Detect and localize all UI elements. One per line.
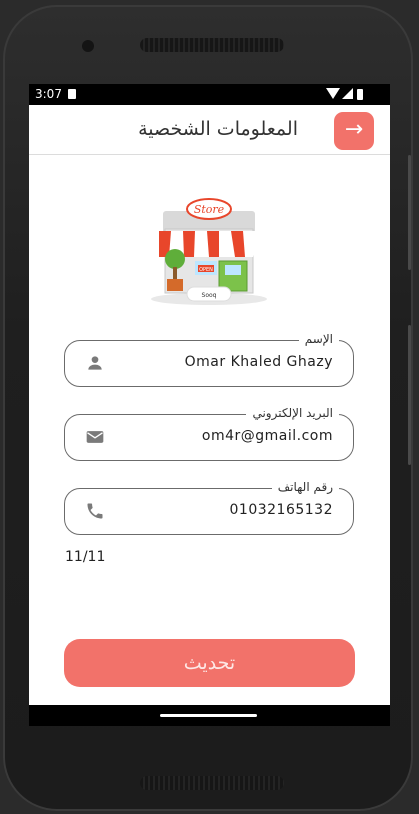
phone-icon xyxy=(87,503,103,519)
back-button[interactable]: → xyxy=(334,112,374,150)
phone-char-counter: 11/11 xyxy=(65,549,106,565)
nav-bar xyxy=(29,705,390,726)
phone-field[interactable]: رقم الهاتف 01032165132 xyxy=(64,480,354,535)
email-field[interactable]: البريد الإلكتروني om4r@gmail.com xyxy=(64,406,354,461)
name-label: الإسم xyxy=(298,332,339,346)
name-field[interactable]: الإسم Omar Khaled Ghazy xyxy=(64,332,354,387)
sd-card-icon xyxy=(68,89,76,99)
volume-button xyxy=(408,325,411,465)
open-sign: OPEN xyxy=(199,267,213,273)
home-gesture-pill[interactable] xyxy=(160,714,257,717)
top-speaker xyxy=(140,38,284,52)
app-bar: المعلومات الشخصية → xyxy=(29,105,390,155)
status-time: 3:07 xyxy=(35,87,62,101)
arrow-forward-icon: → xyxy=(344,117,364,142)
store-logo: OPEN Store Sooq xyxy=(151,198,267,305)
signal-icon xyxy=(342,88,353,99)
phone-input[interactable]: 01032165132 xyxy=(230,502,333,518)
person-icon xyxy=(88,356,102,370)
store-sign: Store xyxy=(194,203,225,216)
name-input[interactable]: Omar Khaled Ghazy xyxy=(185,354,333,370)
page-title: المعلومات الشخصية xyxy=(138,118,298,140)
wifi-icon xyxy=(326,88,340,99)
update-button[interactable]: تحديث xyxy=(64,639,355,687)
front-camera xyxy=(82,40,94,52)
store-base-label: Sooq xyxy=(202,292,217,299)
phone-label: رقم الهاتف xyxy=(271,480,339,494)
app-screen: 3:07 المعلومات الشخصية → OPEN Store Sooq… xyxy=(29,84,390,726)
email-label: البريد الإلكتروني xyxy=(246,406,339,420)
bottom-speaker xyxy=(140,776,284,790)
status-bar: 3:07 xyxy=(29,84,390,105)
battery-icon xyxy=(357,89,363,100)
mail-icon xyxy=(86,431,104,443)
email-input[interactable]: om4r@gmail.com xyxy=(202,428,333,444)
power-button xyxy=(408,155,411,270)
